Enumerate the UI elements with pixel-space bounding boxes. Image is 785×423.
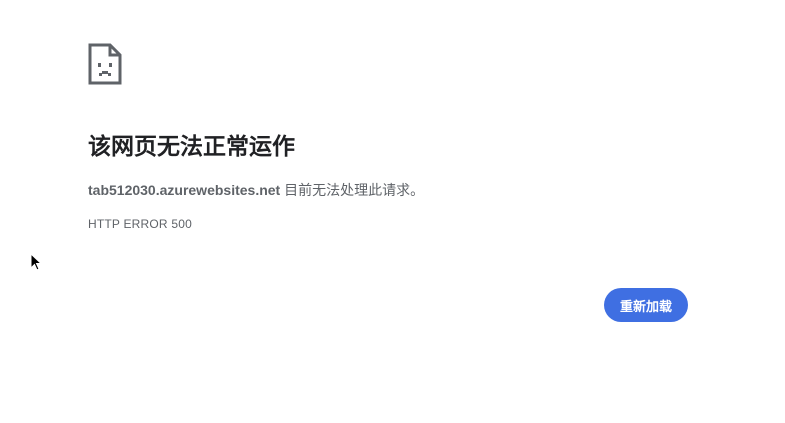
page-title: 该网页无法正常运作 — [88, 133, 295, 159]
error-message-text: 目前无法处理此请求。 — [280, 182, 425, 198]
host-name: tab512030.azurewebsites.net — [88, 182, 281, 198]
reload-button[interactable]: 重新加载 — [604, 288, 688, 322]
mouse-pointer-icon — [30, 253, 42, 271]
error-message: tab512030.azurewebsites.net 目前无法处理此请求。 — [88, 180, 424, 200]
sad-page-icon — [88, 43, 122, 85]
error-code: HTTP ERROR 500 — [88, 217, 192, 231]
error-page: 该网页无法正常运作 tab512030.azurewebsites.net 目前… — [0, 0, 785, 423]
